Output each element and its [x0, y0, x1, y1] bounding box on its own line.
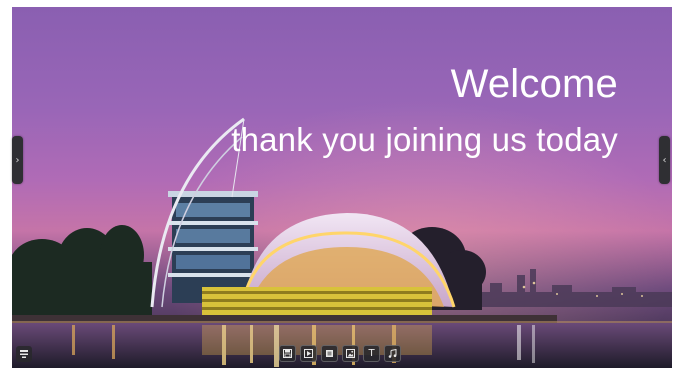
text-icon: T — [368, 348, 375, 359]
image-button[interactable] — [342, 345, 359, 362]
previous-slide-handle[interactable]: › — [12, 136, 23, 184]
viewer-frame: Welcome thank you joining us today › ‹ T — [0, 0, 673, 370]
music-icon — [388, 349, 397, 358]
next-slide-handle[interactable]: ‹ — [659, 136, 670, 184]
slide-subtitle: thank you joining us today — [231, 121, 618, 158]
music-button[interactable] — [384, 345, 401, 362]
stop-icon — [326, 350, 333, 357]
save-icon — [283, 349, 292, 358]
menu-button[interactable] — [16, 346, 32, 362]
chevron-left-icon: ‹ — [662, 154, 667, 166]
menu-icon — [20, 350, 28, 358]
play-button[interactable] — [300, 345, 317, 362]
play-icon — [304, 349, 313, 358]
stop-button[interactable] — [321, 345, 338, 362]
image-icon — [346, 349, 355, 358]
save-button[interactable] — [279, 345, 296, 362]
slide-title: Welcome — [450, 62, 618, 106]
chevron-right-icon: › — [15, 154, 20, 166]
bottom-toolbar: T — [279, 345, 401, 363]
slide-canvas: Welcome thank you joining us today — [12, 7, 672, 368]
text-button[interactable]: T — [363, 345, 380, 362]
